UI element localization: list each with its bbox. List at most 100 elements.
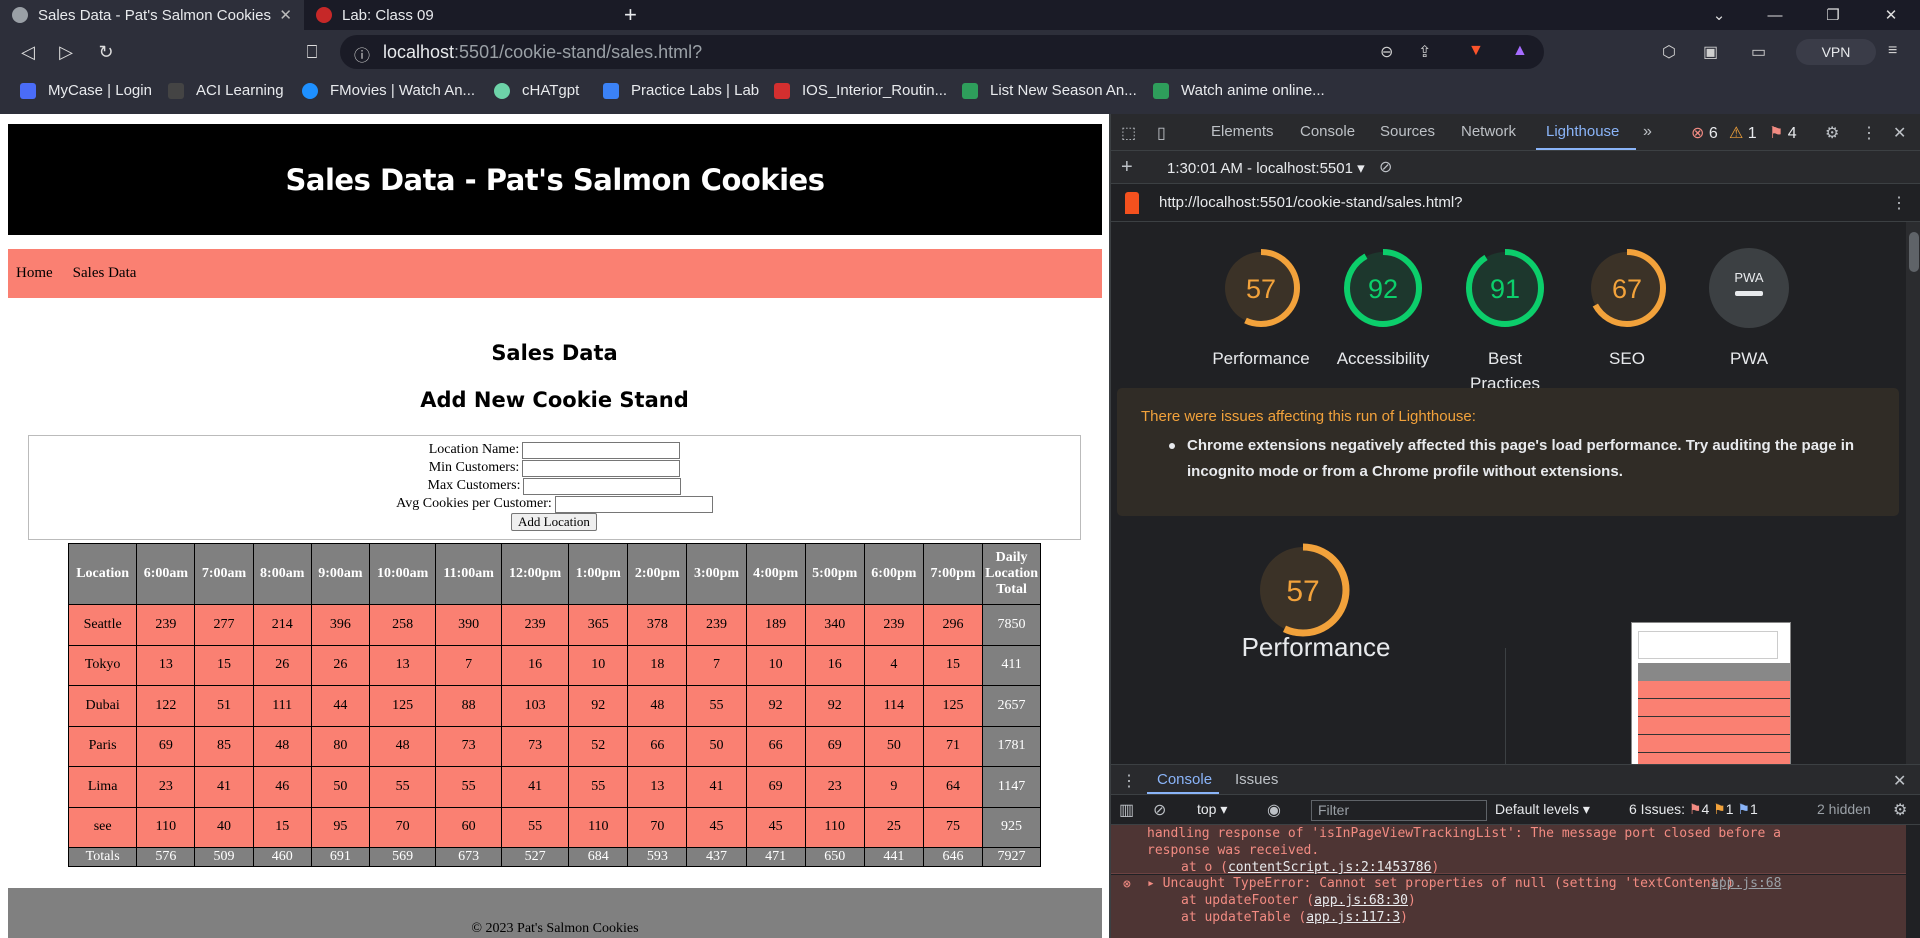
settings-icon[interactable]: ⚙ [1825,123,1839,143]
report-selector[interactable]: 1:30:01 AM - localhost:5501 ▾ [1167,159,1365,177]
scroll-thumb[interactable] [1909,232,1919,272]
reload-icon[interactable]: ↻ [92,38,120,66]
share-icon[interactable]: ⇪ [1418,42,1431,62]
report-menu-icon[interactable]: ⋮ [1891,193,1907,213]
score-gauge[interactable]: 67 SEO [1587,248,1667,368]
drawer-tab-console[interactable]: Console [1157,771,1212,788]
live-expression-icon[interactable]: ◉ [1267,800,1281,820]
close-tab-icon[interactable]: ✕ [279,6,292,24]
bookmark-item[interactable]: FMovies | Watch An... [302,82,475,99]
back-icon[interactable]: ◁ [14,38,42,66]
pwa-badge-text: PWA [1734,270,1763,285]
totals-cell: 569 [368,847,437,867]
sidebar-toggle-icon[interactable]: ▥ [1119,800,1134,820]
levels-select[interactable]: Default levels ▾ [1495,801,1590,818]
sales-cell: 125 [922,685,984,727]
column-header: 9:00am [310,543,370,605]
stack-link[interactable]: contentScript.js:2:1453786 [1228,860,1432,875]
add-stand-form: Location Name: Min Customers: Max Custom… [28,435,1081,540]
brave-rewards-icon[interactable]: ▲ [1512,42,1528,60]
score-gauge[interactable]: 91 Best Practices [1465,248,1545,393]
score-gauge[interactable]: 92 Accessibility [1337,248,1429,368]
console-settings-icon[interactable]: ⚙ [1893,800,1907,820]
source-link[interactable]: app.js:68 [1711,875,1781,892]
score-gauge[interactable]: PWA PWA [1709,248,1789,368]
sales-cell: 55 [500,806,570,848]
context-select[interactable]: top ▾ [1197,801,1227,818]
nav-link-sales-data[interactable]: Sales Data [73,265,137,282]
tab-sales-data[interactable]: Sales Data - Pat's Salmon Cookies ✕ [0,0,304,30]
min-customers-input[interactable] [522,459,681,477]
sales-cell: 239 [863,604,924,646]
site-info-icon[interactable]: ⓘ [354,42,370,66]
sales-cell: 55 [435,766,502,808]
bookmark-icon[interactable]: ⎕ [298,38,326,66]
tab-lighthouse[interactable]: Lighthouse [1546,123,1619,140]
minimize-icon[interactable]: — [1752,0,1798,30]
bookmark-item[interactable]: IOS_Interior_Routin... [774,82,947,99]
sales-cell: 16 [804,644,865,686]
bookmark-item[interactable]: List New Season An... [962,82,1137,99]
url-text[interactable]: localhost:5501/cookie-stand/sales.html? [383,42,702,63]
issues-summary[interactable]: 6 Issues: ⚑4 ⚑1 ⚑1 [1629,801,1758,818]
inspect-icon[interactable]: ⬚ [1121,123,1136,143]
forward-icon[interactable]: ▷ [52,38,80,66]
bookmark-item[interactable]: Practice Labs | Lab [603,82,759,99]
bookmark-item[interactable]: cHATgpt [494,82,579,99]
stack-link[interactable]: app.js:68:30 [1314,893,1408,908]
clear-console-icon[interactable]: ⊘ [1153,800,1166,820]
nav-link-home[interactable]: Home [16,265,53,282]
totals-cell: 460 [252,847,312,867]
stack-frame: at updateTable (app.js:117:3) [1181,910,1408,925]
new-report-icon[interactable]: + [1121,156,1133,179]
extensions-icon[interactable]: ⬡ [1662,42,1676,62]
close-drawer-icon[interactable]: ✕ [1893,771,1906,791]
sales-cell: 26 [310,644,370,686]
drawer-tab-issues[interactable]: Issues [1235,771,1278,788]
tab-search-icon[interactable]: ⌄ [1696,0,1742,30]
sales-cell: 122 [136,685,196,727]
stack-link[interactable]: app.js:117:3 [1306,910,1400,925]
error-text[interactable]: ▸ Uncaught TypeError: Cannot set propert… [1147,875,1906,892]
warning-title: There were issues affecting this run of … [1141,408,1476,425]
report-url[interactable]: http://localhost:5501/cookie-stand/sales… [1159,194,1463,211]
column-header: Location [67,543,138,605]
more-tabs-icon[interactable]: » [1643,123,1652,141]
console-filter-input[interactable]: Filter [1311,800,1487,821]
tab-elements[interactable]: Elements [1211,123,1274,140]
zoom-icon[interactable]: ⊖ [1380,42,1393,62]
close-window-icon[interactable]: ✕ [1868,0,1914,30]
warning-icon[interactable]: ⚠ 1 [1729,123,1757,143]
tab-network[interactable]: Network [1461,123,1516,140]
clear-icon[interactable]: ⊘ [1379,157,1392,177]
brave-shields-icon[interactable]: ▼ [1468,42,1484,60]
sales-cell: 41 [500,766,570,808]
tab-console[interactable]: Console [1300,123,1355,140]
avg-cookies-input[interactable] [554,495,713,513]
bookmark-item[interactable]: MyCase | Login [20,82,152,99]
bookmark-icon [168,82,184,99]
restore-icon[interactable]: ❐ [1810,0,1856,30]
wallet-icon[interactable]: ▭ [1751,42,1766,62]
tab-lab-class[interactable]: Lab: Class 09 [304,0,602,30]
bookmark-item[interactable]: ACI Learning [168,82,284,99]
device-toolbar-icon[interactable]: ▯ [1157,123,1166,143]
issues-icon[interactable]: ⚑ 4 [1769,123,1797,143]
location-input[interactable] [522,441,681,459]
add-location-button[interactable]: Add Location [511,513,597,531]
totals-cell: 593 [627,847,688,867]
more-options-icon[interactable]: ⋮ [1861,123,1877,143]
drawer-menu-icon[interactable]: ⋮ [1121,771,1137,791]
close-devtools-icon[interactable]: ✕ [1893,123,1906,143]
new-tab-button[interactable]: + [612,0,652,30]
bookmark-item[interactable]: Watch anime online... [1153,82,1325,99]
sales-cell: 365 [568,604,629,646]
console-error-message: ⊗ ▸ Uncaught TypeError: Cannot set prope… [1111,875,1906,938]
score-gauge[interactable]: 57 Performance [1212,248,1310,368]
error-icon[interactable]: ⊗ 6 [1691,123,1718,143]
tab-sources[interactable]: Sources [1380,123,1435,140]
menu-icon[interactable]: ≡ [1888,42,1897,60]
sidebar-icon[interactable]: ▣ [1703,42,1718,62]
max-customers-input[interactable] [523,477,682,495]
vpn-button[interactable]: VPN [1796,39,1876,65]
